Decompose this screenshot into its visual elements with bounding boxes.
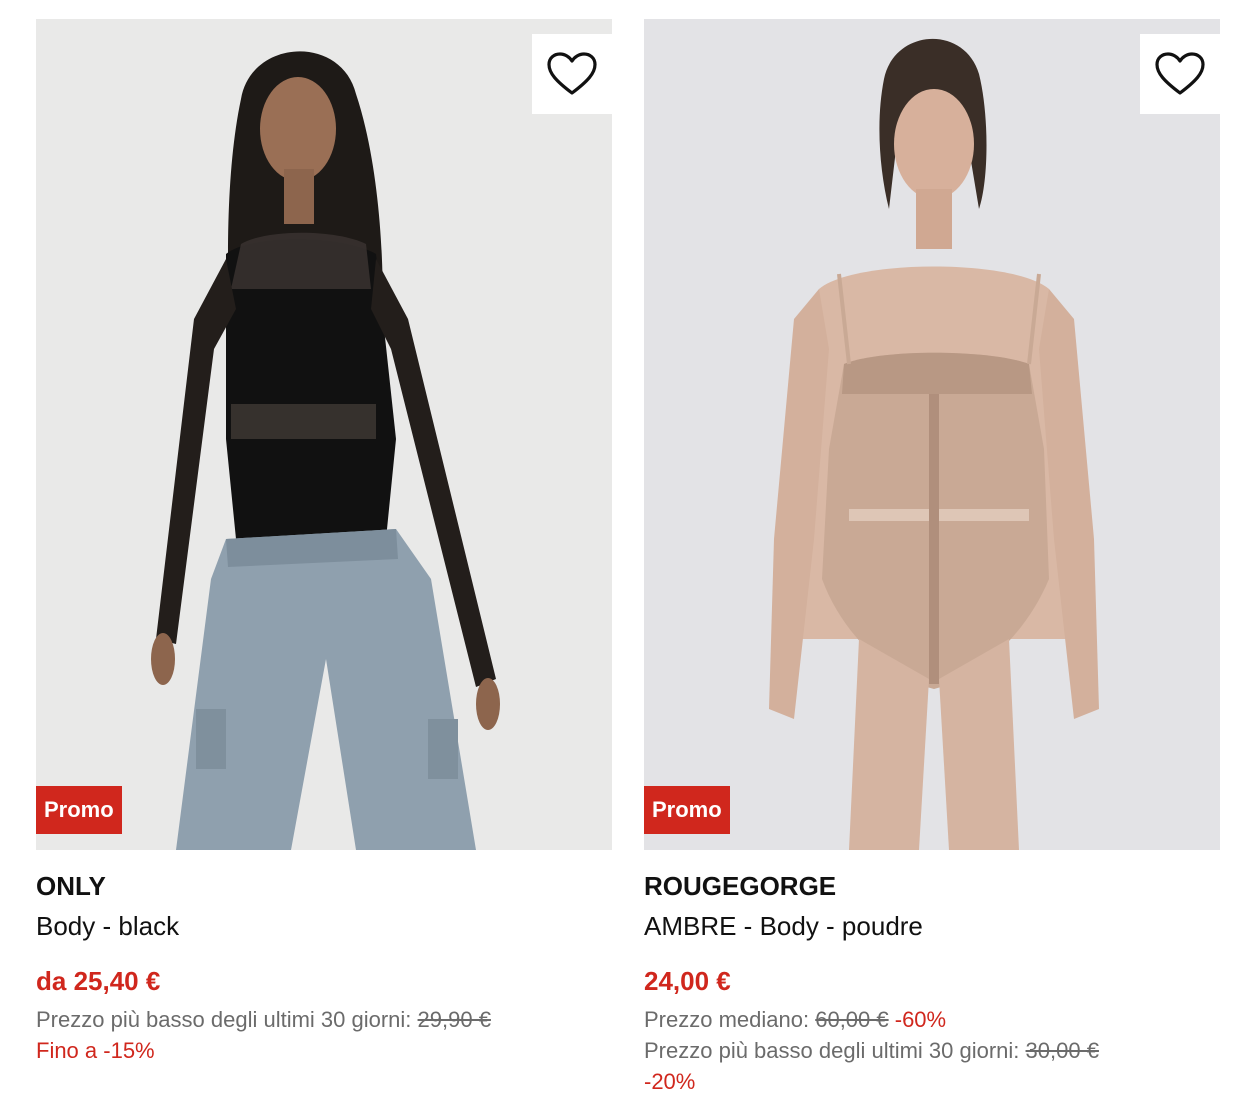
product-photo xyxy=(644,19,1220,850)
median-price-value: 60,00 € xyxy=(815,1007,889,1032)
discount-text: Fino a -15% xyxy=(36,1038,155,1063)
promo-badge: Promo xyxy=(36,786,122,834)
wishlist-button[interactable] xyxy=(532,34,612,114)
product-card[interactable]: Promo ROUGEGORGE AMBRE - Body - poudre 2… xyxy=(644,19,1220,1095)
heart-outline-icon xyxy=(547,52,597,95)
lowest-price-value: 30,00 € xyxy=(1025,1038,1099,1063)
heart-outline-icon xyxy=(1155,52,1205,95)
promo-badge: Promo xyxy=(644,786,730,834)
product-brand: ROUGEGORGE xyxy=(644,871,837,901)
product-card[interactable]: Promo ONLY Body - black da 25,40 € Prezz… xyxy=(36,19,612,1064)
lowest-price-line: Prezzo più basso degli ultimi 30 giorni:… xyxy=(36,1006,612,1033)
lowest-price-label: Prezzo più basso degli ultimi 30 giorni: xyxy=(36,1007,412,1032)
product-name: Body - black xyxy=(36,911,180,941)
median-discount: -60% xyxy=(894,1007,947,1032)
product-image[interactable]: Promo xyxy=(644,19,1220,850)
product-name: AMBRE - Body - poudre xyxy=(644,911,923,941)
median-price-label: Prezzo mediano: xyxy=(644,1007,810,1032)
product-photo xyxy=(36,19,612,850)
product-brand: ONLY xyxy=(36,871,106,901)
lowest-price-value: 29,90 € xyxy=(417,1007,491,1032)
median-price-line: Prezzo mediano: 60,00 € -60% xyxy=(644,1006,1220,1033)
product-image[interactable]: Promo xyxy=(36,19,612,850)
product-price: da 25,40 € xyxy=(36,966,161,996)
wishlist-button[interactable] xyxy=(1140,34,1220,114)
product-price: 24,00 € xyxy=(644,966,731,996)
lowest-price-label: Prezzo più basso degli ultimi 30 giorni: xyxy=(644,1038,1020,1063)
lowest-discount: -20% xyxy=(644,1069,696,1094)
lowest-price-line: Prezzo più basso degli ultimi 30 giorni:… xyxy=(644,1037,1220,1064)
